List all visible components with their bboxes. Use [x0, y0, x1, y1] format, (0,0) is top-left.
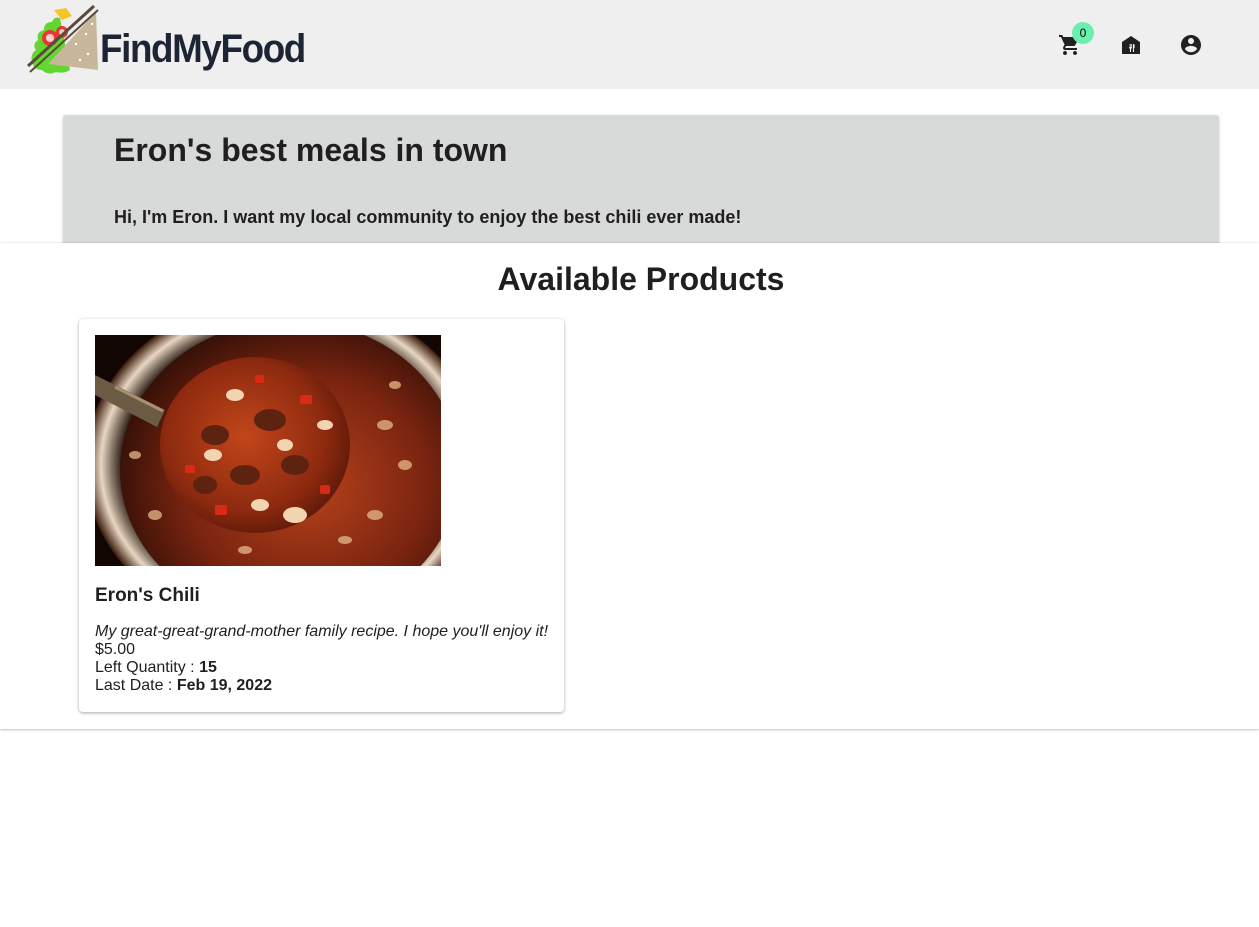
store-title: Eron's best meals in town	[114, 132, 508, 168]
store-button[interactable]	[1119, 33, 1143, 57]
chili-photo	[95, 335, 441, 566]
product-quantity: Left Quantity : 15	[95, 659, 217, 677]
account-button[interactable]	[1179, 33, 1203, 57]
products-heading: Available Products	[497, 261, 785, 297]
navbar: FindMyFood 0	[0, 0, 1259, 89]
product-name: Eron's Chili	[95, 585, 200, 606]
quantity-value: 15	[199, 659, 217, 676]
last-date-value: Feb 19, 2022	[176, 677, 272, 694]
product-description: My great-great-grand-mother family recip…	[95, 623, 549, 640]
last-date-label: Last Date :	[95, 677, 177, 694]
product-last-date: Last Date : Feb 19, 2022	[95, 677, 272, 695]
logo[interactable]: FindMyFood	[26, 4, 316, 76]
store-hero-banner: Eron's best meals in town Hi, I'm Eron. …	[63, 115, 1219, 260]
logo-text: FindMyFood	[100, 27, 306, 71]
product-image	[95, 335, 441, 566]
products-section: Available Products Eron's Chili My great…	[0, 243, 1259, 729]
storefront-icon	[1122, 36, 1140, 54]
product-card[interactable]: Eron's Chili My great-great-grand-mother…	[79, 319, 564, 712]
sandwich-logo-icon	[26, 4, 99, 74]
product-price: $5.00	[95, 641, 136, 658]
cart-count-badge: 0	[1072, 22, 1094, 44]
quantity-label: Left Quantity :	[95, 659, 200, 676]
account-circle-icon	[1181, 35, 1201, 55]
store-description: Hi, I'm Eron. I want my local community …	[114, 207, 742, 227]
